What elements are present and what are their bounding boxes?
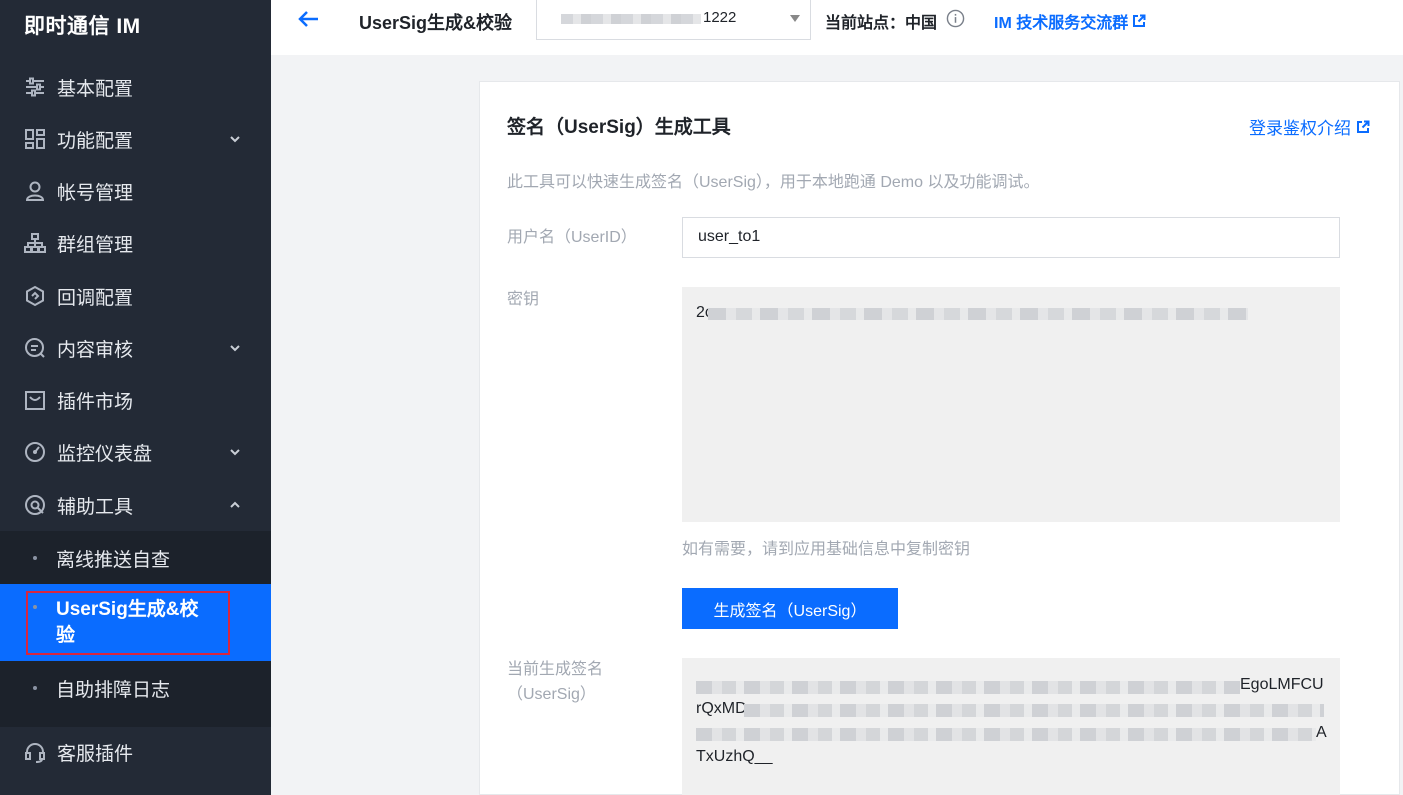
sidebar-item-support-plugin[interactable]: 客服插件 xyxy=(0,726,271,778)
redacted-sig xyxy=(696,728,1316,741)
sidebar: 即时通信 IM 基本配置 功能配置 帐号管理 群组管理 回调配置 内容审核 插件… xyxy=(0,0,271,795)
usersig-label-sub: （UserSig） xyxy=(507,686,596,703)
sidebar-item-account[interactable]: 帐号管理 xyxy=(0,165,271,217)
gauge-icon xyxy=(25,442,45,462)
auth-doc-link[interactable]: 登录鉴权介绍 xyxy=(1249,114,1370,139)
chevron-up-icon xyxy=(230,501,240,508)
external-link-icon xyxy=(1133,14,1146,27)
tech-group-link[interactable]: IM 技术服务交流群 xyxy=(994,9,1146,33)
card-title: 签名（UserSig）生成工具 xyxy=(507,117,731,138)
store-icon xyxy=(25,391,45,410)
chevron-down-icon xyxy=(230,345,240,352)
top-bar: UserSig生成&校验 1222 当前站点：中国 IM 技术服务交流群 xyxy=(271,0,1403,55)
grid-icon xyxy=(25,129,45,149)
userid-input[interactable]: user_to1 xyxy=(682,217,1340,258)
callback-icon xyxy=(26,285,44,307)
external-link-icon xyxy=(1357,120,1370,133)
brand-title: 即时通信 IM xyxy=(24,15,141,38)
sidebar-subitem-debug-log[interactable]: 自助排障日志 xyxy=(0,675,271,701)
sidebar-item-plugin-market[interactable]: 插件市场 xyxy=(0,374,271,426)
sidebar-item-callback[interactable]: 回调配置 xyxy=(0,270,271,322)
key-hint: 如有需要，请到应用基础信息中复制密钥 xyxy=(682,541,971,558)
headset-icon xyxy=(25,743,45,763)
sidebar-subitem-push-check[interactable]: 离线推送自查 xyxy=(0,545,271,571)
chevron-down-icon xyxy=(230,136,240,143)
usersig-output[interactable]: EgoLMFCU rQxMD A TxUzhQ__ xyxy=(682,658,1340,795)
sidebar-item-content-audit[interactable]: 内容审核 xyxy=(0,322,271,374)
redacted-key xyxy=(708,308,1248,320)
bullet-icon xyxy=(33,686,37,690)
tool-description: 此工具可以快速生成签名（UserSig），用于本地跑通 Demo 以及功能调试。 xyxy=(507,174,1040,191)
current-site-label: 当前站点：中国 xyxy=(825,15,938,32)
sidebar-item-tools[interactable]: 辅助工具 xyxy=(0,479,271,531)
sidebar-item-monitor[interactable]: 监控仪表盘 xyxy=(0,426,271,478)
highlight-annotation xyxy=(26,591,230,655)
secret-key-textarea[interactable]: 2c xyxy=(682,287,1340,522)
redacted-sig xyxy=(744,704,1324,717)
userid-label: 用户名（UserID） xyxy=(507,229,637,246)
app-select[interactable]: 1222 xyxy=(536,0,811,40)
generate-usersig-button[interactable]: 生成签名（UserSig） xyxy=(682,588,898,629)
sliders-icon xyxy=(26,77,44,97)
info-icon[interactable] xyxy=(946,9,965,28)
redacted-sig xyxy=(696,681,1240,694)
tools-icon xyxy=(25,495,45,515)
back-arrow-icon[interactable] xyxy=(297,7,321,31)
redacted-app-name xyxy=(561,14,701,24)
audit-icon xyxy=(25,338,45,358)
bullet-icon xyxy=(33,556,37,560)
key-label: 密钥 xyxy=(507,291,540,308)
org-tree-icon xyxy=(24,233,46,253)
sidebar-item-basic-config[interactable]: 基本配置 xyxy=(0,61,271,113)
usersig-label: 当前生成签名 xyxy=(507,661,604,678)
sidebar-item-group[interactable]: 群组管理 xyxy=(0,217,271,269)
usersig-tool-card: 签名（UserSig）生成工具 登录鉴权介绍 此工具可以快速生成签名（UserS… xyxy=(479,81,1400,795)
page-title: UserSig生成&校验 xyxy=(359,13,513,33)
user-icon xyxy=(25,181,45,201)
chevron-down-icon xyxy=(230,449,240,456)
caret-down-icon xyxy=(790,15,800,22)
sidebar-item-feature-config[interactable]: 功能配置 xyxy=(0,113,271,165)
